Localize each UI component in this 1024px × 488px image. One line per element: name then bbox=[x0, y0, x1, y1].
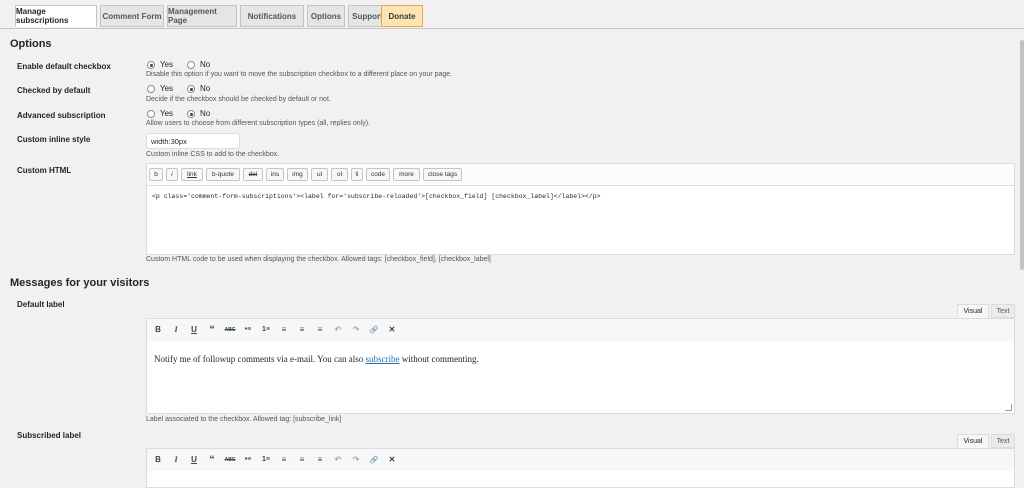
qt-italic-button[interactable]: i bbox=[166, 168, 178, 181]
advanced-subscription-label: Advanced subscription bbox=[17, 111, 106, 120]
subscribed-label-visual-tab[interactable]: Visual bbox=[957, 434, 989, 448]
resize-handle[interactable] bbox=[1005, 404, 1012, 411]
enable-default-no-radio[interactable] bbox=[187, 61, 195, 69]
blockquote-icon[interactable]: “ bbox=[206, 323, 218, 336]
advanced-yes-radio[interactable] bbox=[147, 110, 155, 118]
italic-icon[interactable]: I bbox=[170, 323, 182, 336]
enable-default-yes-radio[interactable] bbox=[147, 61, 155, 69]
custom-inline-style-input[interactable] bbox=[146, 133, 240, 149]
enable-default-yes-label: Yes bbox=[160, 60, 174, 69]
custom-inline-style-desc: Custom inline CSS to add to the checkbox… bbox=[146, 151, 280, 158]
bullet-list-icon[interactable]: •≡ bbox=[242, 323, 254, 336]
page-scrollbar[interactable] bbox=[1020, 40, 1024, 270]
options-heading: Options bbox=[10, 38, 52, 50]
enable-default-checkbox-label: Enable default checkbox bbox=[17, 62, 111, 71]
undo-icon[interactable]: ↶ bbox=[332, 453, 344, 466]
default-label-desc: Label associated to the checkbox. Allowe… bbox=[146, 416, 342, 423]
advanced-yes-label: Yes bbox=[160, 109, 174, 118]
enable-default-no-label: No bbox=[200, 60, 211, 69]
enable-default-desc: Disable this option if you want to move … bbox=[146, 71, 453, 78]
default-label-text-after: without commenting. bbox=[399, 354, 479, 364]
fullscreen-icon[interactable]: ✕ bbox=[386, 453, 398, 466]
numbered-list-icon[interactable]: 1≡ bbox=[260, 323, 272, 336]
subscribed-label-text-tab[interactable]: Text bbox=[991, 434, 1015, 448]
subscribed-label-toolbar: B I U “ ABC •≡ 1≡ ≡ ≡ ≡ ↶ ↷ 🔗 ✕ bbox=[147, 449, 1014, 472]
custom-inline-style-label: Custom inline style bbox=[17, 135, 91, 144]
underline-icon[interactable]: U bbox=[188, 323, 200, 336]
custom-html-label: Custom HTML bbox=[17, 166, 72, 175]
messages-heading: Messages for your visitors bbox=[10, 277, 150, 289]
custom-html-textarea[interactable]: <p class='comment-form-subscriptions'><l… bbox=[152, 193, 601, 200]
tab-management-page[interactable]: Management Page bbox=[167, 5, 237, 27]
redo-icon[interactable]: ↷ bbox=[350, 323, 362, 336]
tab-manage-subscriptions[interactable]: Manage subscriptions bbox=[15, 5, 97, 27]
checked-default-no-radio[interactable] bbox=[187, 85, 195, 93]
tab-donate[interactable]: Donate bbox=[381, 5, 423, 27]
qt-ol-button[interactable]: ol bbox=[331, 168, 348, 181]
advanced-subscription-desc: Allow users to choose from different sub… bbox=[146, 120, 370, 127]
subscribed-label-content[interactable] bbox=[147, 471, 1014, 487]
qt-ins-button[interactable]: ins bbox=[266, 168, 284, 181]
qt-img-button[interactable]: img bbox=[287, 168, 308, 181]
qt-ul-button[interactable]: ul bbox=[311, 168, 328, 181]
italic-icon[interactable]: I bbox=[170, 453, 182, 466]
subscribed-label-label: Subscribed label bbox=[17, 431, 82, 440]
align-center-icon[interactable]: ≡ bbox=[296, 453, 308, 466]
checked-default-no-label: No bbox=[200, 84, 211, 93]
strikethrough-icon[interactable]: ABC bbox=[224, 453, 236, 466]
tab-divider bbox=[0, 28, 1024, 29]
fullscreen-icon[interactable]: ✕ bbox=[386, 323, 398, 336]
align-left-icon[interactable]: ≡ bbox=[278, 453, 290, 466]
default-label-content[interactable]: Notify me of followup comments via e-mai… bbox=[147, 341, 1014, 413]
tab-comment-form[interactable]: Comment Form bbox=[100, 5, 164, 27]
undo-icon[interactable]: ↶ bbox=[332, 323, 344, 336]
custom-html-desc: Custom HTML code to be used when display… bbox=[146, 256, 491, 263]
align-left-icon[interactable]: ≡ bbox=[278, 323, 290, 336]
qt-code-button[interactable]: code bbox=[366, 168, 390, 181]
advanced-no-label: No bbox=[200, 109, 211, 118]
checked-default-desc: Decide if the checkbox should be checked… bbox=[146, 96, 331, 103]
redo-icon[interactable]: ↷ bbox=[350, 453, 362, 466]
bold-icon[interactable]: B bbox=[152, 453, 164, 466]
align-right-icon[interactable]: ≡ bbox=[314, 453, 326, 466]
qt-bquote-button[interactable]: b-quote bbox=[206, 168, 240, 181]
bold-icon[interactable]: B bbox=[152, 323, 164, 336]
checked-default-yes-radio[interactable] bbox=[147, 85, 155, 93]
tab-notifications[interactable]: Notifications bbox=[240, 5, 304, 27]
underline-icon[interactable]: U bbox=[188, 453, 200, 466]
qt-li-button[interactable]: li bbox=[351, 168, 363, 181]
qt-close-tags-button[interactable]: close tags bbox=[423, 168, 462, 181]
checked-by-default-label: Checked by default bbox=[17, 86, 91, 95]
qt-bold-button[interactable]: b bbox=[149, 168, 163, 181]
default-label-text-before: Notify me of followup comments via e-mai… bbox=[154, 354, 366, 364]
tab-options[interactable]: Options bbox=[307, 5, 345, 27]
default-label-text-tab[interactable]: Text bbox=[991, 304, 1015, 318]
qt-link-button[interactable]: link bbox=[181, 168, 203, 181]
bullet-list-icon[interactable]: •≡ bbox=[242, 453, 254, 466]
default-label-editor: B I U “ ABC •≡ 1≡ ≡ ≡ ≡ ↶ ↷ 🔗 ✕ Notify m… bbox=[146, 318, 1015, 414]
strikethrough-icon[interactable]: ABC bbox=[224, 323, 236, 336]
subscribe-link[interactable]: subscribe bbox=[365, 354, 399, 364]
qt-del-button[interactable]: del bbox=[243, 168, 263, 181]
checked-default-yes-label: Yes bbox=[160, 84, 174, 93]
subscribed-label-editor: B I U “ ABC •≡ 1≡ ≡ ≡ ≡ ↶ ↷ 🔗 ✕ bbox=[146, 448, 1015, 488]
align-center-icon[interactable]: ≡ bbox=[296, 323, 308, 336]
advanced-no-radio[interactable] bbox=[187, 110, 195, 118]
link-icon[interactable]: 🔗 bbox=[368, 323, 380, 336]
default-label-label: Default label bbox=[17, 300, 65, 309]
qt-more-button[interactable]: more bbox=[393, 168, 420, 181]
default-label-toolbar: B I U “ ABC •≡ 1≡ ≡ ≡ ≡ ↶ ↷ 🔗 ✕ bbox=[147, 319, 1014, 342]
default-label-visual-tab[interactable]: Visual bbox=[957, 304, 989, 318]
align-right-icon[interactable]: ≡ bbox=[314, 323, 326, 336]
blockquote-icon[interactable]: “ bbox=[206, 453, 218, 466]
numbered-list-icon[interactable]: 1≡ bbox=[260, 453, 272, 466]
link-icon[interactable]: 🔗 bbox=[368, 453, 380, 466]
